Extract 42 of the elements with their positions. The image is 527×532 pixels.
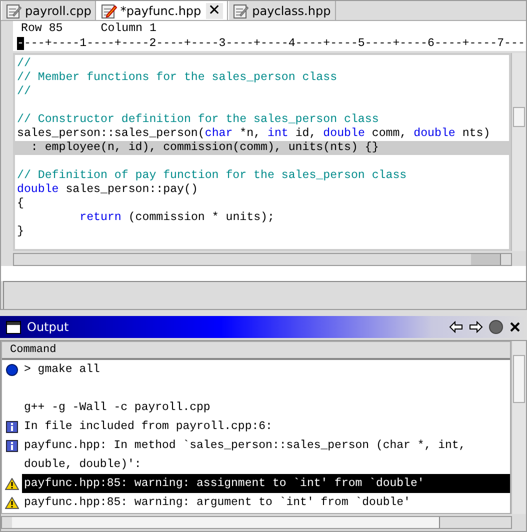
output-line[interactable]: payfunc.hpp:85: warning: argument to `int' from `double' xyxy=(22,493,412,512)
output-horizontal-scrollbar[interactable] xyxy=(1,516,512,529)
output-title: Output xyxy=(27,320,70,334)
tab-label: *payfunc.hpp xyxy=(120,4,202,18)
warning-icon xyxy=(5,496,19,508)
file-tab[interactable]: payroll.cpp xyxy=(1,1,96,20)
file-tab[interactable]: payclass.hpp xyxy=(228,1,336,20)
code-line: // Member functions for the sales_person class xyxy=(16,71,338,85)
column-indicator: Column 1 xyxy=(100,22,156,35)
code-line: // xyxy=(16,57,32,71)
output-line[interactable]: > gmake all xyxy=(22,360,102,379)
output-line[interactable]: payfunc.hpp: In method `sales_person::sales_person (char *, int, double, double)': xyxy=(22,436,510,474)
column-ruler: ----+----1----+----2----+----3----+----4----+----5----+----6----+----7--- xyxy=(13,36,526,51)
output-line[interactable]: g++ -g -Wall -c payroll.cpp xyxy=(22,398,212,417)
stop-icon[interactable] xyxy=(489,320,503,334)
code-line: // Constructor definition for the sales_person class xyxy=(16,113,380,127)
right-arrow-icon[interactable] xyxy=(469,321,483,333)
tab-label: payroll.cpp xyxy=(25,4,92,18)
code-line: // Definition of pay function for the sales_person class xyxy=(16,169,408,183)
command-column-header[interactable]: Command xyxy=(2,342,510,360)
code-line: sales_person::sales_person(char *n, int id, double comm, double nts) xyxy=(16,127,492,141)
code-line: } xyxy=(16,225,25,239)
left-arrow-icon[interactable] xyxy=(449,321,463,333)
output-vertical-scrollbar[interactable] xyxy=(511,341,526,514)
code-editor[interactable] xyxy=(13,53,511,251)
tab-label: payclass.hpp xyxy=(252,4,331,18)
info-icon xyxy=(6,440,18,452)
code-line: return (commission * units); xyxy=(78,211,276,225)
info-icon xyxy=(6,420,18,432)
code-line: { xyxy=(16,197,25,211)
code-line: // xyxy=(16,85,32,99)
horizontal-scrollbar[interactable] xyxy=(13,253,512,266)
file-tab[interactable]: *payfunc.hpp ✕ xyxy=(96,1,228,20)
close-icon[interactable] xyxy=(509,321,521,333)
close-tab-button[interactable]: ✕ xyxy=(206,2,224,18)
output-line[interactable]: In file included from payroll.cpp:6: xyxy=(22,417,274,436)
circle-icon xyxy=(6,364,18,376)
window-icon xyxy=(6,320,21,334)
warning-icon xyxy=(5,478,19,490)
row-indicator: Row 85 xyxy=(21,22,63,35)
vertical-scrollbar[interactable] xyxy=(511,53,526,251)
code-line: double sales_person::pay() xyxy=(16,183,199,197)
